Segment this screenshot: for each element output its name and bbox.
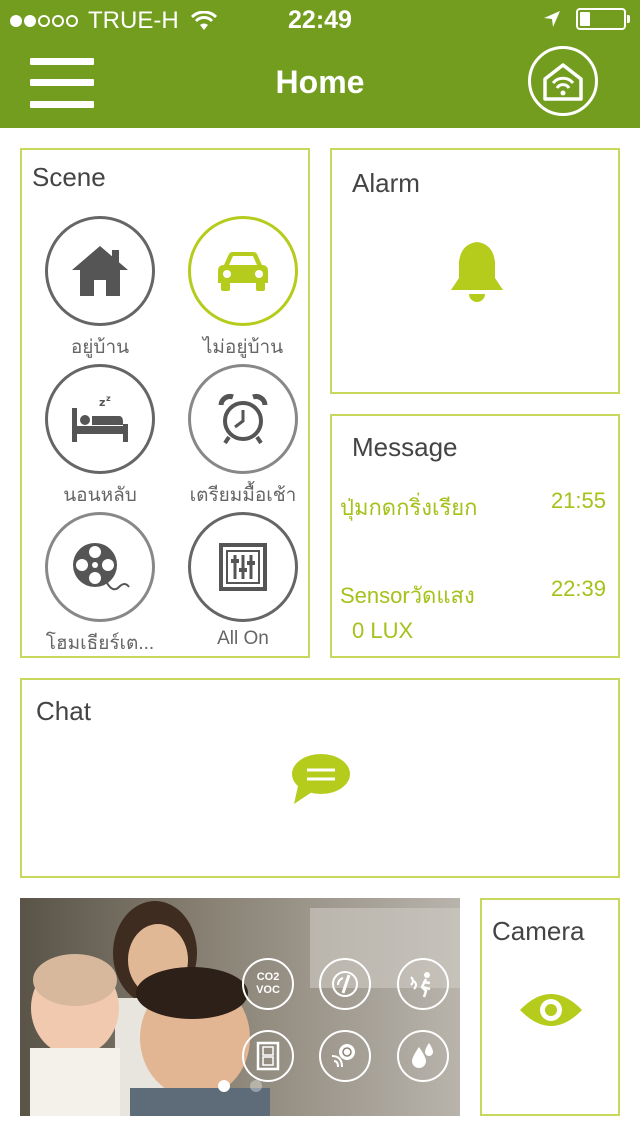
temperature-sensor-button[interactable] [319, 958, 371, 1010]
message-card[interactable]: Message ปุ่มกดกริ่งเรียก 21:55 Sensorวัด… [330, 414, 620, 658]
scene-title: Scene [32, 162, 106, 192]
status-bar: TRUE-H 22:49 [0, 0, 640, 40]
motion-sensor-icon [410, 972, 431, 998]
smoke-sensor-button[interactable] [319, 1030, 371, 1082]
camera-title: Camera [492, 916, 585, 946]
chat-title: Chat [36, 696, 91, 726]
scene-breakfast[interactable]: เตรียมมื้อเช้า [178, 364, 308, 510]
alarm-card[interactable]: Alarm [330, 148, 620, 394]
scene-card: Scene อยู่บ้าน ไม่อยู่บ้าน z z นอนหลับ เ… [20, 148, 310, 658]
battery-icon [576, 8, 630, 30]
message-time: 21:55 [550, 488, 606, 513]
chat-card[interactable]: Chat [20, 678, 620, 878]
film-reel-icon [73, 543, 130, 591]
smart-home-button[interactable] [528, 46, 598, 116]
pager-dot[interactable] [250, 1080, 262, 1092]
scene-label: โฮมเธียร์เต... [45, 633, 155, 654]
bell-icon [451, 242, 503, 302]
eye-icon [520, 994, 582, 1026]
family-photo-banner[interactable]: CO2 VOC [20, 898, 460, 1116]
scene-label: ไม่อยู่บ้าน [202, 337, 284, 358]
svg-text:z: z [106, 394, 111, 403]
scene-all-on[interactable]: All On [178, 512, 308, 650]
scene-at-home[interactable]: อยู่บ้าน [35, 216, 165, 362]
message-text: ปุ่มกดกริ่งเรียก [340, 495, 478, 520]
scene-label: เตรียมมื้อเช้า [189, 485, 297, 506]
chat-bubble-icon [292, 754, 350, 804]
door-sensor-icon [256, 1041, 280, 1071]
location-arrow-icon [544, 11, 560, 27]
message-title: Message [352, 432, 458, 462]
alarm-clock-icon [218, 394, 268, 445]
smart-home-wifi-icon [543, 63, 583, 101]
family-photo [20, 898, 460, 1116]
sliders-icon [219, 543, 267, 591]
message-text: Sensorวัดแสง [340, 583, 475, 608]
camera-card[interactable]: Camera [480, 898, 620, 1116]
co2-voc-icon: CO2 VOC [256, 971, 280, 996]
scene-label: All On [217, 628, 269, 649]
svg-text:z: z [99, 396, 105, 409]
water-leak-sensor-button[interactable] [397, 1030, 449, 1082]
scene-sleep[interactable]: z z นอนหลับ [35, 364, 165, 510]
scene-away[interactable]: ไม่อยู่บ้าน [178, 216, 308, 362]
scene-home-theater[interactable]: โฮมเธียร์เต... [35, 512, 165, 658]
scene-label: นอนหลับ [63, 485, 137, 506]
nav-bar: Home [0, 40, 640, 128]
alarm-title: Alarm [352, 168, 420, 198]
house-icon [72, 246, 128, 296]
pager-dot-active[interactable] [218, 1080, 230, 1092]
message-time: 22:39 [550, 576, 606, 601]
door-sensor-button[interactable] [242, 1030, 294, 1082]
message-value: 0 LUX [352, 618, 414, 643]
water-leak-icon [412, 1043, 433, 1068]
thermometer-icon [332, 971, 358, 997]
bed-icon: z z [72, 394, 128, 442]
motion-sensor-button[interactable] [397, 958, 449, 1010]
scene-label: อยู่บ้าน [70, 337, 130, 358]
car-icon [218, 252, 268, 291]
smoke-sensor-icon [331, 1044, 355, 1068]
co2-voc-sensor-button[interactable]: CO2 VOC [242, 958, 294, 1010]
